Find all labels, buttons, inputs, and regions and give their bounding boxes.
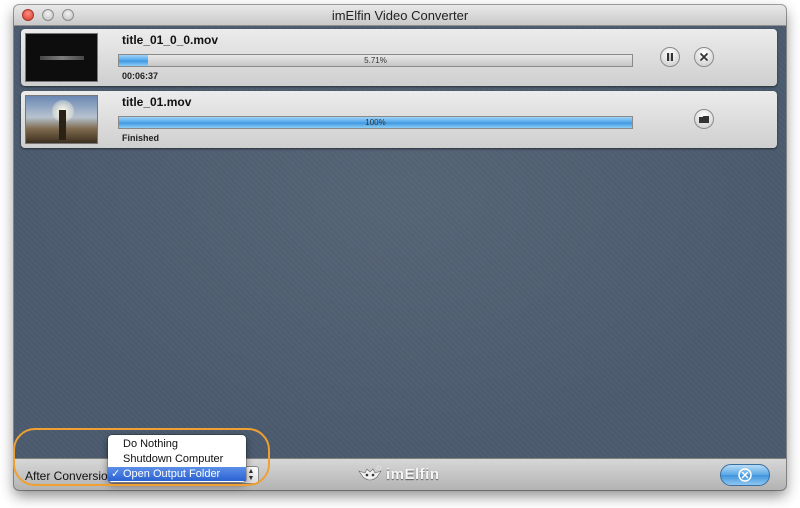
annotation-highlight <box>13 428 270 486</box>
pause-button[interactable] <box>660 47 680 67</box>
conversion-list: title_01_0_0.mov 5.71% 00:06:37 title_01… <box>14 26 786 458</box>
progress-bar: 100% <box>118 116 633 129</box>
brand-name: imElfin <box>386 465 440 483</box>
conversion-row: title_01.mov 100% Finished <box>21 91 777 148</box>
close-icon <box>700 53 708 61</box>
video-thumbnail <box>25 33 98 82</box>
elf-logo-icon <box>358 465 382 481</box>
open-folder-button[interactable] <box>694 109 714 129</box>
time-remaining: 00:06:37 <box>122 71 159 81</box>
cancel-conversion-button[interactable] <box>694 47 714 67</box>
brand-logo: imElfin <box>357 465 440 483</box>
pause-icon <box>667 53 673 61</box>
window-title: imElfin Video Converter <box>331 8 469 23</box>
app-window: imElfin Video Converter title_01_0_0.mov… <box>14 5 786 490</box>
video-thumbnail <box>25 95 98 144</box>
conversion-status: Finished <box>122 133 160 143</box>
progress-bar: 5.71% <box>118 54 633 67</box>
file-name: title_01_0_0.mov <box>122 33 219 47</box>
progress-percent: 100% <box>365 118 386 127</box>
file-name: title_01.mov <box>122 95 192 109</box>
close-icon <box>738 468 752 482</box>
folder-icon <box>699 116 709 123</box>
close-app-button[interactable] <box>720 464 770 486</box>
conversion-row: title_01_0_0.mov 5.71% 00:06:37 <box>21 29 777 86</box>
title-bar: imElfin Video Converter <box>14 5 786 26</box>
progress-percent: 5.71% <box>364 56 387 65</box>
